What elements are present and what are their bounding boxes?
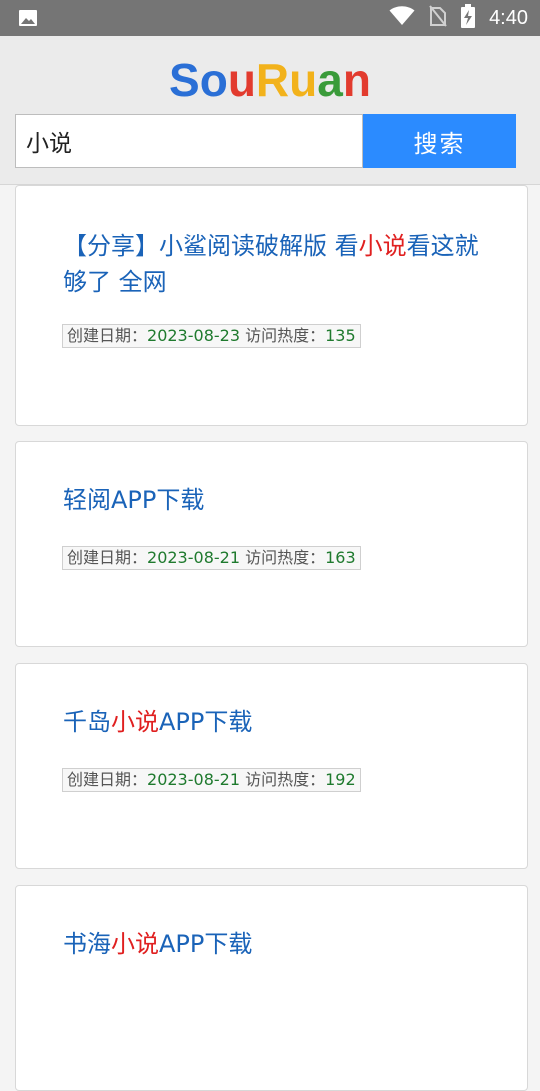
title-text: 书海	[63, 930, 111, 958]
result-card[interactable]: 【分享】小鲨阅读破解版 看小说看这就够了 全网创建日期：2023-08-23 访…	[15, 185, 528, 426]
title-text: APP下载	[159, 930, 253, 958]
result-title[interactable]: 轻阅APP下载	[63, 482, 487, 518]
date-label: 创建日期：	[67, 326, 148, 345]
date-label: 创建日期：	[67, 770, 148, 789]
logo-letter: a	[317, 54, 343, 106]
title-text: 轻阅APP下载	[63, 486, 205, 514]
status-bar: 4:40	[0, 0, 540, 36]
result-title[interactable]: 【分享】小鲨阅读破解版 看小说看这就够了 全网	[63, 228, 487, 300]
result-meta: 创建日期：2023-08-23 访问热度：135	[62, 324, 361, 348]
logo-letter: R	[255, 54, 290, 106]
logo-letter: n	[342, 54, 371, 106]
heat-label: 访问热度：	[240, 326, 326, 345]
title-text: 【分享】小鲨阅读破解版 看	[63, 232, 359, 260]
keyword-highlight: 小说	[111, 930, 159, 958]
status-time: 4:40	[489, 6, 528, 29]
title-text: APP下载	[159, 708, 253, 736]
wifi-icon	[389, 6, 415, 30]
image-icon	[18, 9, 38, 27]
search-button[interactable]: 搜索	[363, 114, 516, 168]
visit-heat: 135	[325, 326, 356, 345]
keyword-highlight: 小说	[111, 708, 159, 736]
created-date: 2023-08-21	[147, 770, 240, 789]
visit-heat: 192	[325, 770, 356, 789]
visit-heat: 163	[325, 548, 356, 567]
result-card[interactable]: 千岛小说APP下载创建日期：2023-08-21 访问热度：192	[15, 663, 528, 869]
search-bar: 搜索	[15, 114, 516, 168]
result-title[interactable]: 书海小说APP下载	[63, 926, 487, 962]
keyword-highlight: 小说	[358, 232, 407, 260]
heat-label: 访问热度：	[240, 548, 326, 567]
result-meta: 创建日期：2023-08-21 访问热度：163	[62, 546, 361, 570]
date-label: 创建日期：	[67, 548, 148, 567]
logo-letter: u	[289, 54, 318, 106]
created-date: 2023-08-23	[147, 326, 240, 345]
search-input[interactable]	[15, 114, 363, 168]
created-date: 2023-08-21	[147, 548, 240, 567]
logo-letter: o	[199, 54, 228, 106]
logo-letter: S	[169, 54, 200, 106]
result-card[interactable]: 轻阅APP下载创建日期：2023-08-21 访问热度：163	[15, 441, 528, 647]
logo: SouRuan	[0, 54, 540, 106]
title-text: 千岛	[63, 708, 111, 736]
result-title[interactable]: 千岛小说APP下载	[63, 704, 487, 740]
result-card[interactable]: 书海小说APP下载	[15, 885, 528, 1091]
logo-letter: u	[227, 54, 256, 106]
header: SouRuan 搜索	[0, 36, 540, 185]
battery-charging-icon	[461, 4, 476, 32]
no-sim-icon	[429, 5, 447, 31]
heat-label: 访问热度：	[240, 770, 326, 789]
result-meta: 创建日期：2023-08-21 访问热度：192	[62, 768, 361, 792]
